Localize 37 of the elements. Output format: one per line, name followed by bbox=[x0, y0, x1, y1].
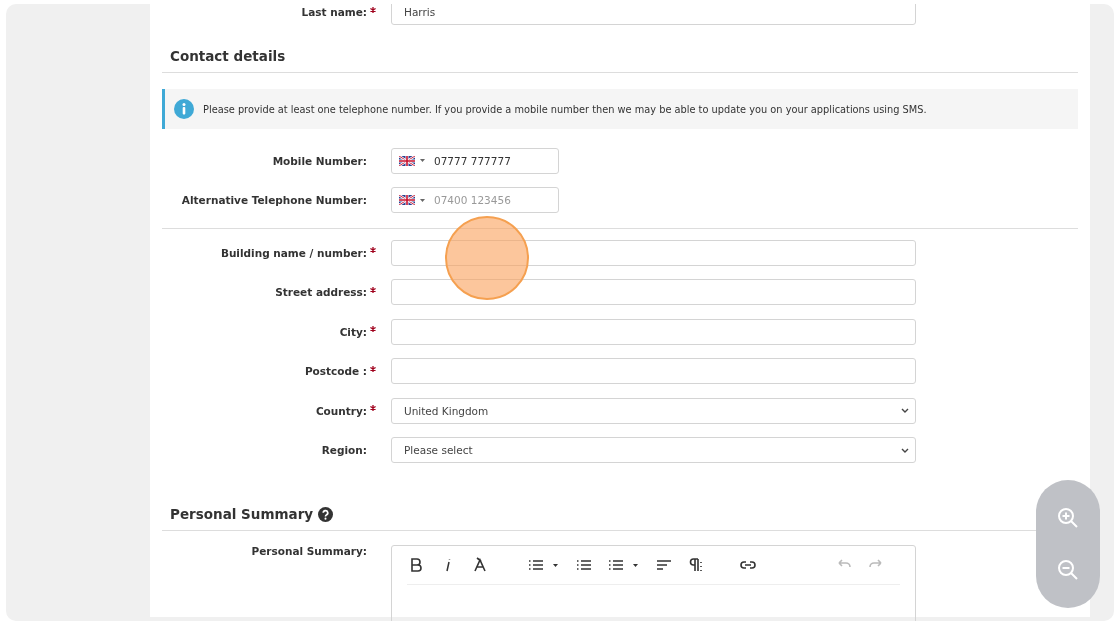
field-label: Alternative Telephone Number: bbox=[180, 194, 367, 207]
dropdown-value: Please select bbox=[404, 444, 473, 457]
last-name-field[interactable]: Harris bbox=[391, 4, 916, 25]
field-label: Building name / number: bbox=[219, 246, 367, 259]
text-field[interactable] bbox=[391, 279, 916, 306]
align-icon[interactable] bbox=[655, 557, 673, 573]
section-heading: Personal Summary bbox=[170, 506, 314, 522]
field-label: Postcode : bbox=[303, 365, 367, 378]
text-field[interactable] bbox=[391, 239, 916, 266]
dropdown[interactable]: United Kingdom bbox=[391, 397, 916, 424]
phone-placeholder: 07400 123456 bbox=[434, 194, 511, 207]
info-text: Please provide at least one telephone number. If you provide a mobile number then we may be able to update you on your applications using SMS. bbox=[203, 103, 927, 115]
phone-value: 07777 777777 bbox=[434, 154, 511, 167]
field-label: Street address: bbox=[274, 286, 367, 299]
field-label: Region: bbox=[320, 444, 367, 457]
info-icon bbox=[174, 99, 194, 119]
chevron-down-icon bbox=[901, 408, 909, 414]
flag-icon bbox=[399, 195, 415, 206]
bulleted-list-icon[interactable] bbox=[527, 557, 561, 573]
field-label: Personal Summary: bbox=[250, 545, 367, 557]
dropdown-value: United Kingdom bbox=[404, 404, 489, 417]
text-field[interactable] bbox=[391, 318, 916, 345]
help-icon bbox=[318, 506, 334, 522]
dropdown[interactable]: Please select bbox=[391, 437, 916, 464]
section-heading: Contact details bbox=[162, 24, 1078, 73]
field-label: Last name: bbox=[300, 6, 367, 18]
paragraph-icon[interactable] bbox=[687, 557, 705, 573]
caret-icon bbox=[420, 198, 425, 202]
phone-field[interactable]: 07777 777777 bbox=[391, 147, 559, 174]
chevron-down-icon bbox=[901, 447, 909, 453]
clear-format-icon[interactable] bbox=[471, 557, 489, 573]
flag-icon bbox=[399, 155, 415, 166]
field-label: Country: bbox=[314, 404, 367, 417]
field-label: City: bbox=[338, 325, 367, 338]
caret-icon bbox=[420, 159, 425, 163]
field-label: Mobile Number: bbox=[271, 154, 367, 167]
text-field[interactable] bbox=[391, 358, 916, 385]
